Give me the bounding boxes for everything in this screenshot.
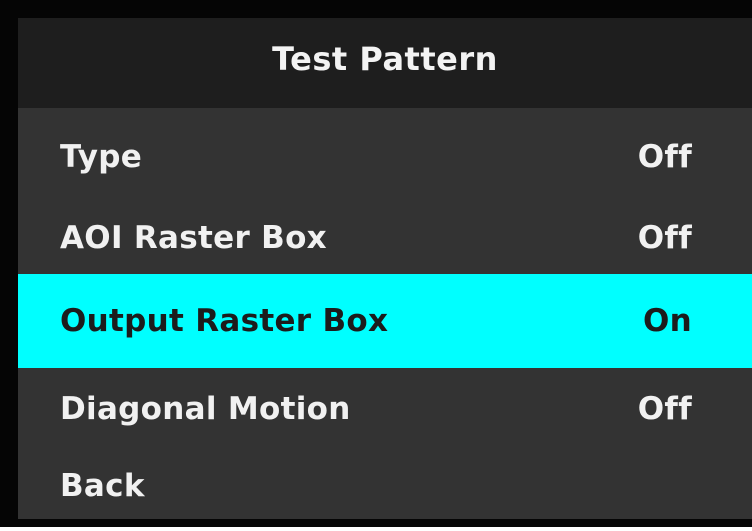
menu-header: Test Pattern	[18, 18, 752, 108]
menu-item-aoi-raster-box[interactable]: AOI Raster Box Off	[18, 197, 752, 279]
menu-item-back[interactable]: Back	[18, 445, 752, 519]
menu-title: Test Pattern	[272, 40, 498, 78]
menu-item-label: Back	[60, 468, 145, 504]
menu-item-value: On	[642, 303, 692, 339]
menu-item-value: Off	[637, 220, 692, 256]
menu-item-label: Diagonal Motion	[60, 391, 351, 427]
display-frame: Test Pattern Type Off AOI Raster Box Off…	[0, 0, 752, 527]
menu-item-label: Type	[60, 139, 143, 175]
menu-item-type[interactable]: Type Off	[18, 116, 752, 198]
menu-item-value: Off	[637, 391, 692, 427]
menu-item-label: Output Raster Box	[60, 303, 389, 339]
test-pattern-menu: Test Pattern Type Off AOI Raster Box Off…	[18, 18, 752, 519]
menu-item-label: AOI Raster Box	[60, 220, 327, 256]
menu-item-output-raster-box[interactable]: Output Raster Box On	[18, 274, 752, 368]
menu-item-diagonal-motion[interactable]: Diagonal Motion Off	[18, 368, 752, 450]
menu-item-value: Off	[637, 139, 692, 175]
